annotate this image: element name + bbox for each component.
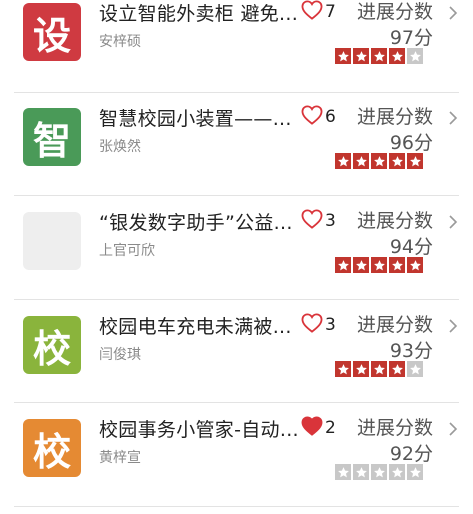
list-item[interactable]: 校校园事务小管家-自动... 黄梓宣 2 进展分数 92分 — [0, 404, 473, 507]
star-icon — [389, 361, 405, 377]
star-icon — [389, 48, 405, 64]
heart-icon — [301, 416, 323, 440]
project-avatar: 智 — [23, 108, 81, 166]
star-icon — [389, 464, 405, 480]
star-icon — [407, 464, 423, 480]
progress-score: 97分 — [389, 27, 433, 49]
star-icon — [407, 48, 423, 64]
star-icon — [353, 361, 369, 377]
star-icon — [335, 153, 351, 169]
project-author: 上官可欣 — [99, 243, 155, 259]
list-item[interactable]: 校校园电车充电未满被... 闫俊琪 3 进展分数 93分 — [0, 301, 473, 404]
star-icon — [335, 361, 351, 377]
like-button[interactable]: 2 — [301, 416, 336, 440]
star-icon — [335, 464, 351, 480]
star-icon — [407, 257, 423, 273]
project-avatar: 校 — [23, 419, 81, 477]
project-avatar — [23, 212, 81, 270]
chevron-right-icon[interactable] — [448, 318, 458, 333]
list-item[interactable]: 设设立智能外卖柜 避免... 安梓硕 7 进展分数 97分 — [0, 0, 473, 91]
divider — [14, 92, 459, 93]
like-count: 2 — [325, 418, 336, 438]
star-icon — [353, 48, 369, 64]
progress-label: 进展分数 — [356, 1, 433, 23]
chevron-right-icon[interactable] — [448, 5, 458, 20]
project-title: 设立智能外卖柜 避免... — [99, 3, 299, 25]
project-avatar: 校 — [23, 316, 81, 374]
star-icon — [335, 257, 351, 273]
divider — [14, 195, 459, 196]
chevron-right-icon[interactable] — [448, 421, 458, 436]
project-title: 智慧校园小装置——... — [99, 108, 292, 130]
like-button[interactable]: 7 — [301, 0, 336, 24]
divider — [14, 402, 459, 403]
heart-icon — [301, 313, 323, 337]
progress-score: 93分 — [389, 340, 433, 362]
progress-label: 进展分数 — [356, 417, 433, 439]
divider — [14, 506, 459, 507]
star-icon — [353, 257, 369, 273]
project-title: “银发数字助手”公益... — [99, 212, 293, 234]
progress-label: 进展分数 — [356, 314, 433, 336]
like-button[interactable]: 6 — [301, 105, 336, 129]
project-author: 闫俊琪 — [99, 347, 141, 363]
project-author: 张焕然 — [99, 139, 141, 155]
star-icon — [335, 48, 351, 64]
rating-stars — [335, 464, 423, 480]
like-count: 3 — [325, 211, 336, 231]
like-button[interactable]: 3 — [301, 209, 336, 233]
star-icon — [389, 257, 405, 273]
divider — [14, 299, 459, 300]
like-count: 7 — [325, 2, 336, 22]
project-avatar: 设 — [23, 3, 81, 61]
star-icon — [371, 48, 387, 64]
rating-stars — [335, 361, 423, 377]
star-icon — [353, 153, 369, 169]
star-icon — [407, 153, 423, 169]
rating-stars — [335, 153, 423, 169]
star-icon — [371, 153, 387, 169]
chevron-right-icon[interactable] — [448, 110, 458, 125]
project-author: 安梓硕 — [99, 34, 141, 50]
heart-icon — [301, 105, 323, 129]
progress-label: 进展分数 — [356, 106, 433, 128]
progress-score: 92分 — [389, 443, 433, 465]
like-count: 3 — [325, 315, 336, 335]
project-title: 校园事务小管家-自动... — [99, 419, 299, 441]
star-icon — [371, 361, 387, 377]
list-item[interactable]: 智智慧校园小装置——... 张焕然 6 进展分数 96分 — [0, 93, 473, 196]
rating-stars — [335, 48, 423, 64]
progress-score: 94分 — [389, 236, 433, 258]
progress-label: 进展分数 — [356, 210, 433, 232]
progress-score: 96分 — [389, 132, 433, 154]
like-button[interactable]: 3 — [301, 313, 336, 337]
heart-icon — [301, 0, 323, 24]
star-icon — [353, 464, 369, 480]
chevron-right-icon[interactable] — [448, 214, 458, 229]
like-count: 6 — [325, 107, 336, 127]
heart-icon — [301, 209, 323, 233]
star-icon — [407, 361, 423, 377]
project-author: 黄梓宣 — [99, 450, 141, 466]
list-item[interactable]: “银发数字助手”公益... 上官可欣 3 进展分数 94分 — [0, 197, 473, 300]
rating-stars — [335, 257, 423, 273]
project-list: 设设立智能外卖柜 避免... 安梓硕 7 进展分数 97分智智慧校园小装置——... 张焕… — [0, 0, 473, 514]
star-icon — [371, 257, 387, 273]
star-icon — [371, 464, 387, 480]
project-title: 校园电车充电未满被... — [99, 316, 292, 338]
star-icon — [389, 153, 405, 169]
